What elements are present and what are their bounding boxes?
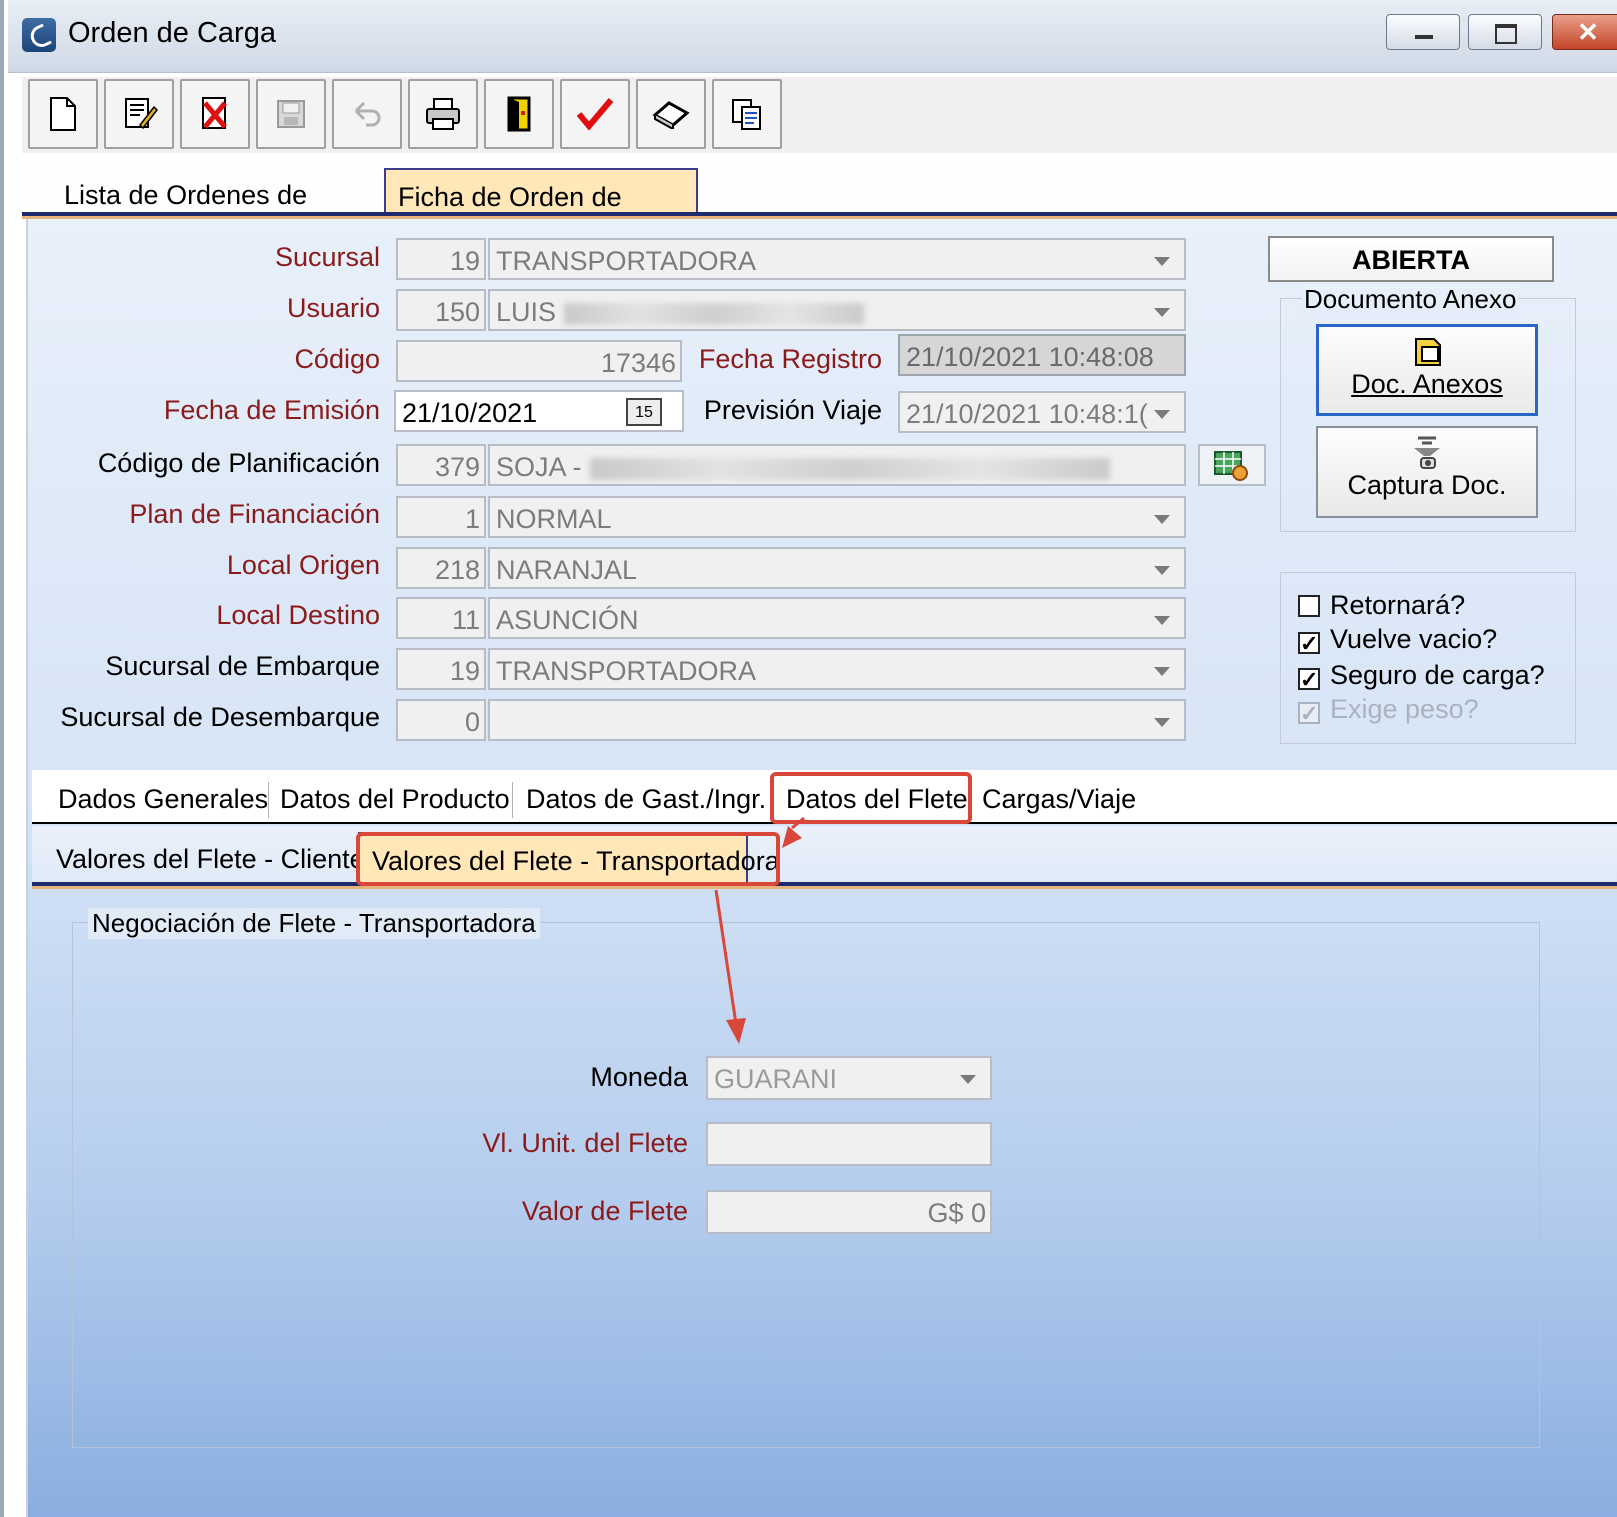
app-window: Orden de Carga ✕ Lista de Ordenes de Fic… bbox=[0, 0, 1617, 1517]
annotation-arrows bbox=[714, 816, 805, 1044]
arrow-to-subtab-icon bbox=[782, 816, 805, 848]
arrow-to-moneda-icon bbox=[714, 889, 746, 1044]
